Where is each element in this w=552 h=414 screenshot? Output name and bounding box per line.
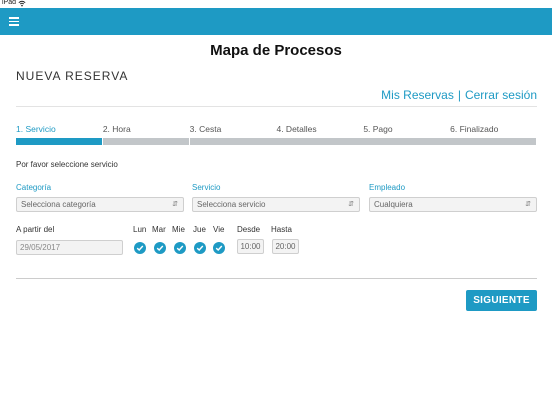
check-icon: [156, 245, 164, 251]
step-progress: 1. Servicio 2. Hora 3. Cesta 4. Detalles…: [16, 124, 537, 145]
day-checkbox-vie[interactable]: [213, 242, 225, 254]
links-separator: |: [457, 88, 461, 102]
step-label: 2. Hora: [102, 124, 131, 134]
logout-link[interactable]: Cerrar sesión: [465, 88, 537, 102]
day-checkbox-lun[interactable]: [134, 242, 146, 254]
check-icon: [136, 245, 144, 251]
step-detalles[interactable]: 4. Detalles: [276, 124, 363, 145]
step-label: 1. Servicio: [16, 124, 56, 134]
step-hora[interactable]: 2. Hora: [102, 124, 190, 145]
status-bar: iPad: [0, 0, 552, 8]
category-label: Categoría: [16, 183, 52, 192]
day-label-jue: Jue: [193, 225, 206, 234]
my-reservations-link[interactable]: Mis Reservas: [381, 88, 454, 102]
select-chevron-icon: ⇵: [525, 201, 531, 208]
step-label: 5. Pago: [363, 124, 393, 134]
check-icon: [215, 245, 223, 251]
hamburger-menu-icon[interactable]: [9, 17, 19, 26]
step-bar: [16, 138, 103, 145]
day-checkbox-mar[interactable]: [154, 242, 166, 254]
step-label: 4. Detalles: [276, 124, 317, 134]
day-label-mie: Mie: [172, 225, 185, 234]
wifi-icon: [18, 0, 26, 7]
service-select-value: Selecciona servicio: [197, 200, 266, 209]
employee-label: Empleado: [369, 183, 406, 192]
day-label-mar: Mar: [152, 225, 166, 234]
from-date-label: A partir del: [16, 225, 55, 234]
check-icon: [176, 245, 184, 251]
next-button[interactable]: SIGUIENTE: [466, 290, 537, 311]
start-time-input[interactable]: 10:00: [237, 239, 264, 254]
select-chevron-icon: ⇵: [172, 201, 178, 208]
from-date-input[interactable]: 29/05/2017: [16, 240, 123, 255]
check-icon: [196, 245, 204, 251]
device-name: iPad: [2, 0, 17, 6]
step-bar: [363, 138, 450, 145]
service-select[interactable]: Selecciona servicio ⇵: [192, 197, 360, 212]
account-links: Mis Reservas | Cerrar sesión: [381, 88, 537, 102]
day-checkbox-jue[interactable]: [194, 242, 206, 254]
step-cesta[interactable]: 3. Cesta: [189, 124, 276, 145]
step-bar: [450, 138, 537, 145]
top-app-bar: [0, 8, 552, 35]
service-label: Servicio: [192, 183, 221, 192]
day-label-lun: Lun: [133, 225, 147, 234]
step-pago[interactable]: 5. Pago: [363, 124, 450, 145]
employee-select[interactable]: Cualquiera ⇵: [369, 197, 537, 212]
step-bar: [189, 138, 276, 145]
page-title: Mapa de Procesos: [210, 42, 342, 59]
step-bar: [276, 138, 363, 145]
select-chevron-icon: ⇵: [348, 201, 354, 208]
end-time-input[interactable]: 20:00: [272, 239, 299, 254]
step-label: 3. Cesta: [189, 124, 222, 134]
step-label: 6. Finalizado: [450, 124, 499, 134]
employee-select-value: Cualquiera: [374, 200, 413, 209]
category-select-value: Selecciona categoría: [21, 200, 96, 209]
day-label-vie: Vie: [213, 225, 225, 234]
step-finalizado[interactable]: 6. Finalizado: [450, 124, 537, 145]
divider: [16, 278, 537, 279]
instruction-text: Por favor seleccione servicio: [16, 160, 118, 169]
end-time-label: Hasta: [271, 225, 292, 234]
section-title: NUEVA RESERVA: [16, 69, 129, 83]
step-servicio[interactable]: 1. Servicio: [16, 124, 103, 145]
day-checkbox-mie[interactable]: [174, 242, 186, 254]
category-select[interactable]: Selecciona categoría ⇵: [16, 197, 184, 212]
start-time-label: Desde: [237, 225, 261, 234]
step-bar: [102, 138, 190, 145]
divider: [16, 106, 537, 107]
